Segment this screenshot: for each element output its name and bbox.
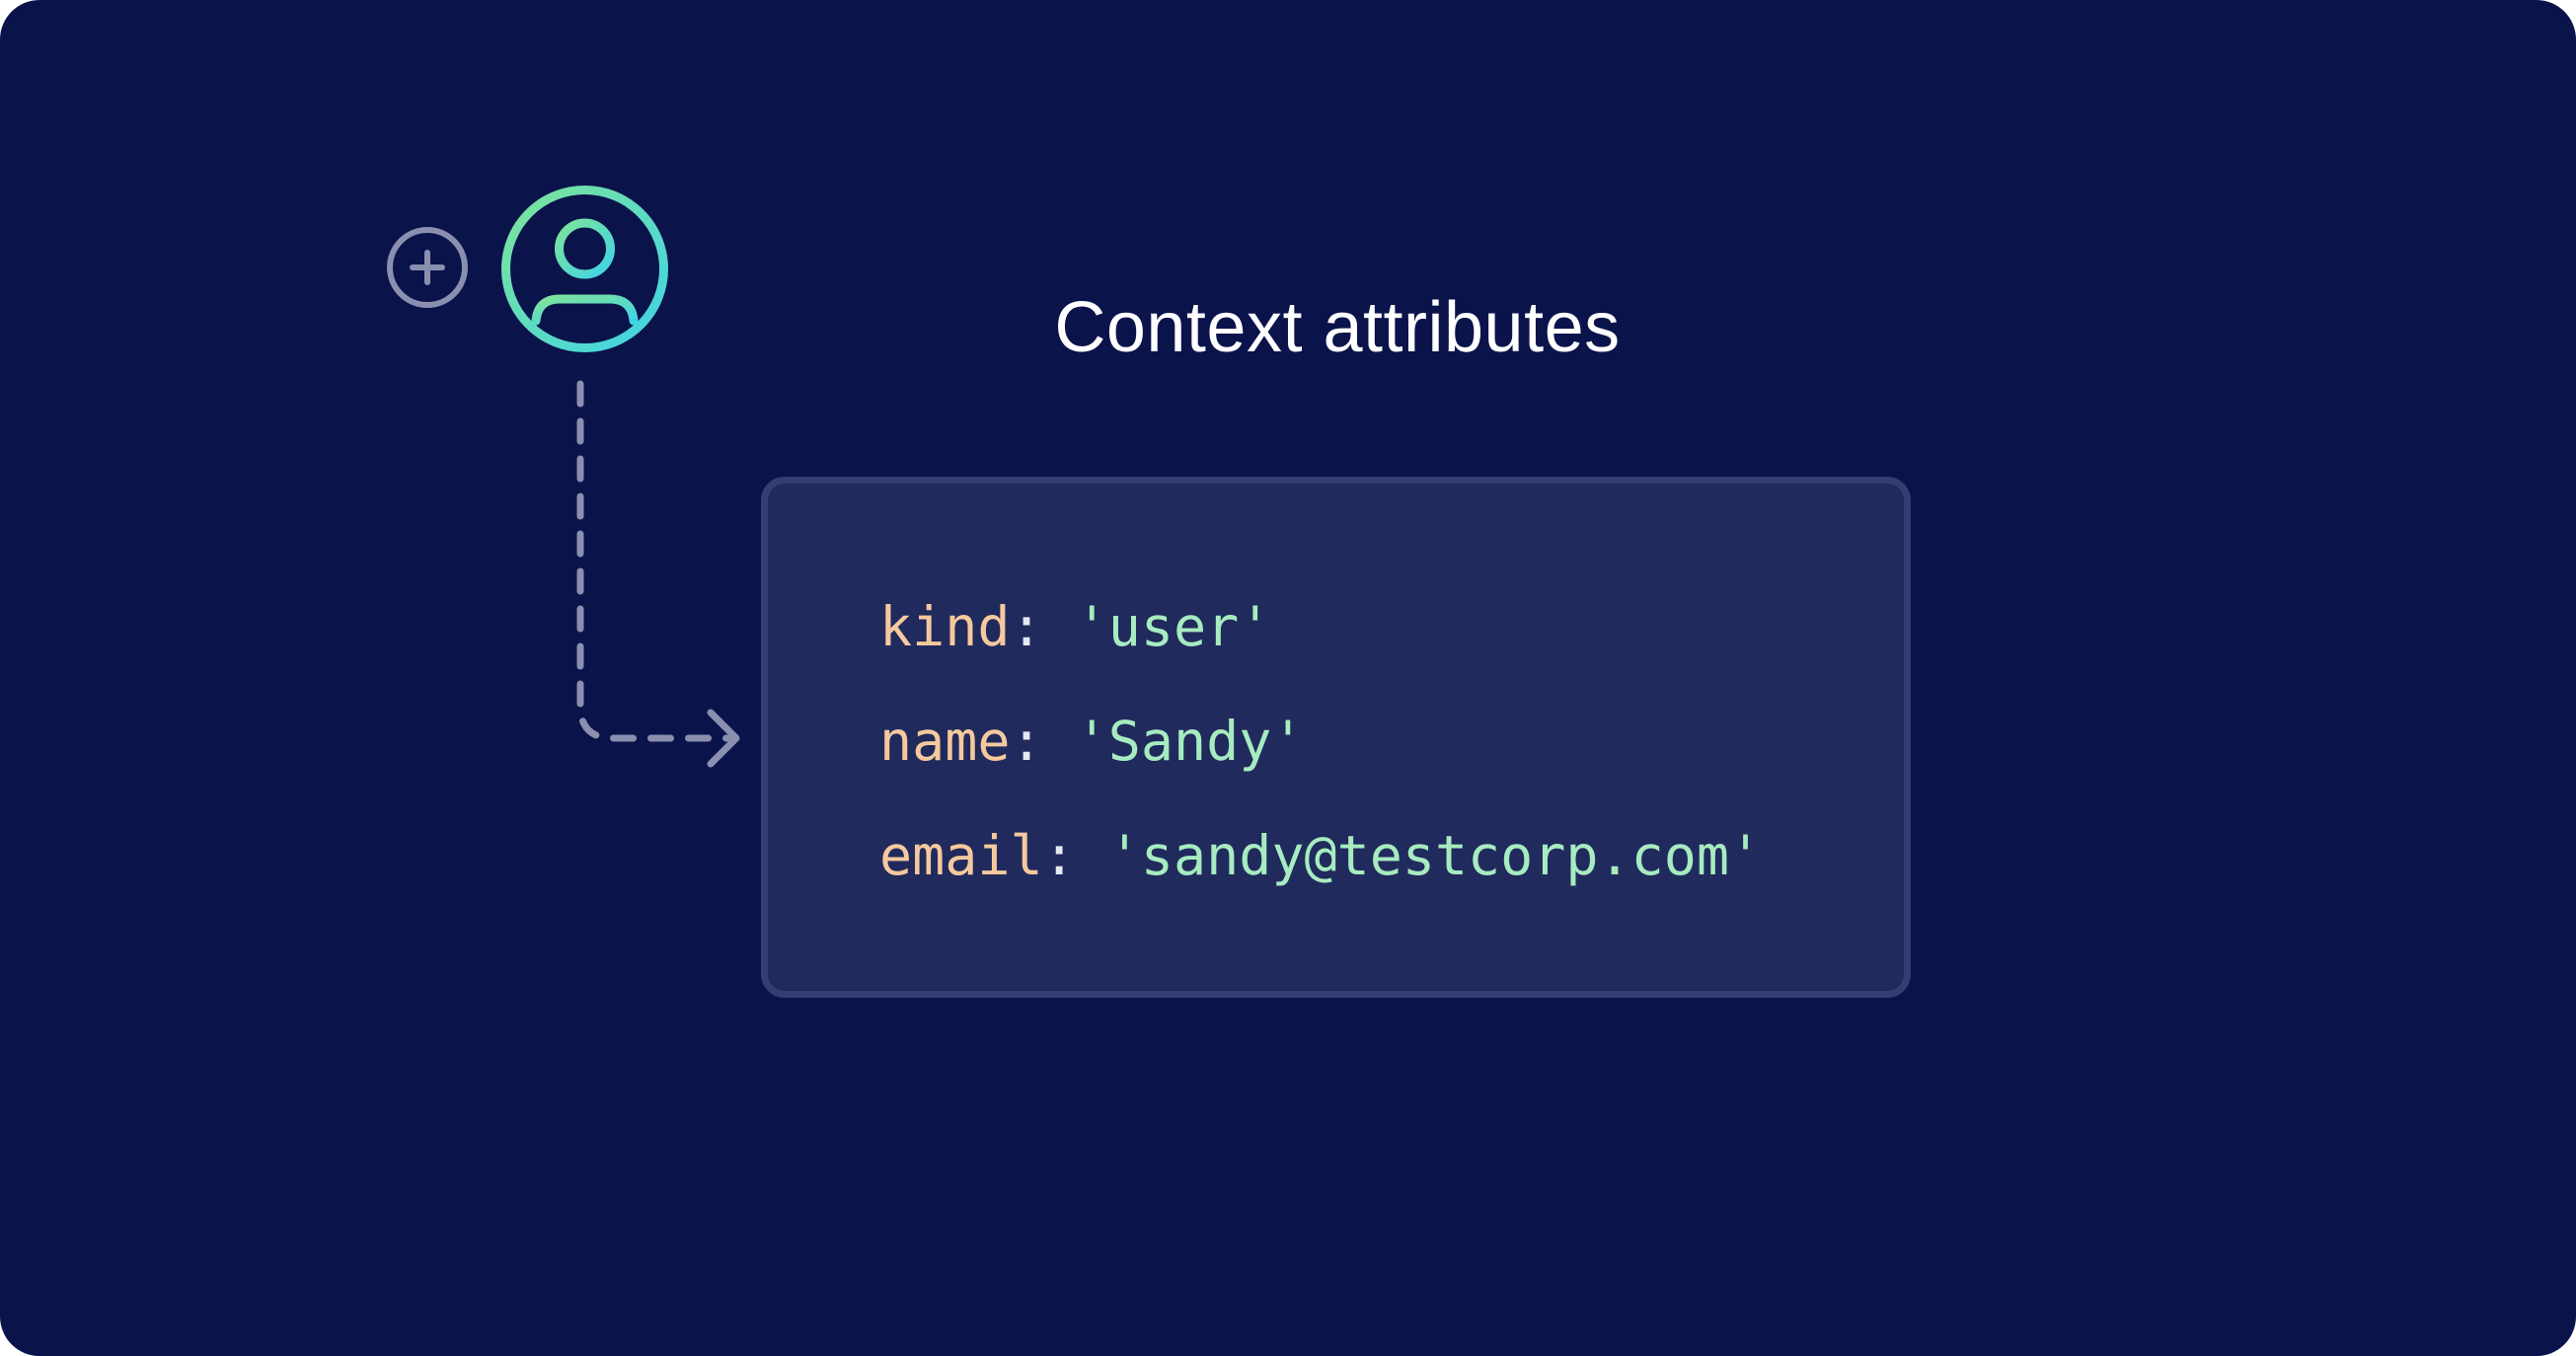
attribute-value: 'sandy@testcorp.com'	[1107, 824, 1763, 887]
plus-circle-icon[interactable]	[385, 225, 470, 310]
attribute-row-name: name: 'Sandy'	[879, 715, 1304, 769]
connector-arrow	[576, 380, 740, 768]
attribute-separator: :	[1010, 595, 1076, 658]
diagram-title: Context attributes	[1054, 288, 1621, 367]
attribute-separator: :	[1010, 710, 1076, 773]
attribute-value: 'Sandy'	[1075, 710, 1305, 773]
attribute-separator: :	[1042, 824, 1108, 887]
attribute-row-email: email: 'sandy@testcorp.com'	[879, 829, 1762, 883]
diagram-canvas: Context attributes kind: 'user' name: 'S…	[0, 0, 2576, 1356]
context-attributes-card: kind: 'user' name: 'Sandy' email: 'sandy…	[761, 477, 1911, 998]
attribute-value: 'user'	[1075, 595, 1272, 658]
attribute-key: email	[879, 824, 1043, 887]
attribute-key: kind	[879, 595, 1011, 658]
attribute-key: name	[879, 710, 1011, 773]
user-circle-icon	[501, 186, 668, 352]
attribute-row-kind: kind: 'user'	[879, 600, 1271, 654]
